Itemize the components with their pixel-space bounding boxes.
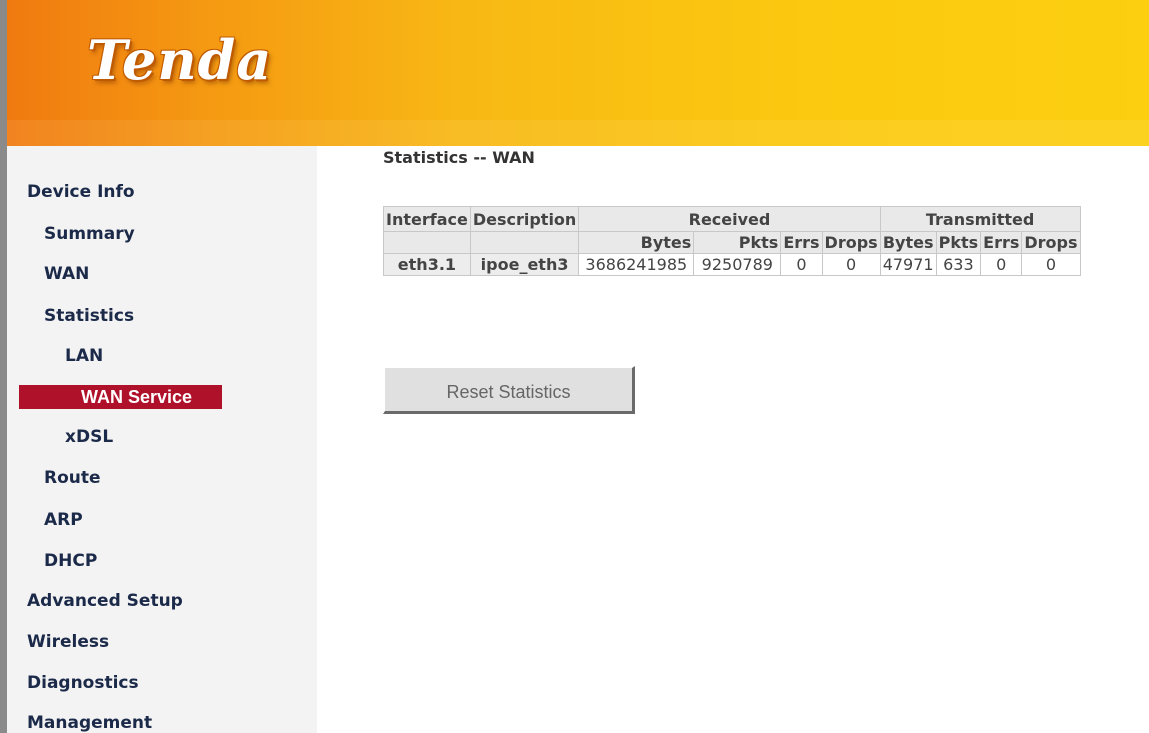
tenda-logo: Tenda bbox=[87, 28, 273, 92]
cell-rx-bytes: 3686241985 bbox=[578, 253, 695, 276]
subheader-blank bbox=[383, 231, 471, 254]
header-interface: Interface bbox=[383, 206, 471, 232]
cell-rx-pkts: 9250789 bbox=[693, 253, 782, 276]
header-description: Description bbox=[469, 206, 580, 232]
subheader-blank bbox=[469, 231, 580, 254]
header-band bbox=[7, 120, 1149, 146]
sidebar-item-wan-service-label: WAN Service bbox=[81, 387, 193, 407]
cell-tx-drops: 0 bbox=[1021, 253, 1081, 276]
header-transmitted: Transmitted bbox=[879, 206, 1081, 232]
subheader-tx-drops: Drops bbox=[1021, 231, 1081, 254]
subheader-rx-errs: Errs bbox=[780, 231, 823, 254]
subheader-rx-drops: Drops bbox=[821, 231, 881, 254]
cell-description: ipoe_eth3 bbox=[469, 253, 580, 276]
header-received: Received bbox=[578, 206, 881, 232]
table-subheader-row: Bytes Pkts Errs Drops Bytes Pkts Errs Dr… bbox=[383, 231, 1081, 254]
sidebar-item-summary[interactable]: Summary bbox=[44, 224, 135, 244]
cell-rx-drops: 0 bbox=[821, 253, 881, 276]
subheader-tx-errs: Errs bbox=[980, 231, 1023, 254]
sidebar-item-xdsl[interactable]: xDSL bbox=[65, 427, 113, 447]
table-row: eth3.1 ipoe_eth3 3686241985 9250789 0 0 … bbox=[383, 253, 1081, 276]
wan-statistics-table: Interface Description Received Transmitt… bbox=[383, 206, 1081, 276]
window-left-border bbox=[0, 0, 7, 733]
sidebar-item-device-info[interactable]: Device Info bbox=[27, 182, 135, 202]
sidebar-item-wan-service[interactable]: WAN Service bbox=[19, 385, 222, 409]
sidebar-item-advanced-setup[interactable]: Advanced Setup bbox=[27, 591, 183, 611]
subheader-tx-bytes: Bytes bbox=[879, 231, 937, 254]
header-banner: Tenda bbox=[7, 0, 1149, 146]
sidebar: Device Info Summary WAN Statistics LAN W… bbox=[7, 146, 317, 733]
sidebar-item-statistics[interactable]: Statistics bbox=[44, 306, 134, 326]
sidebar-item-management[interactable]: Management bbox=[27, 713, 152, 733]
sidebar-item-wireless[interactable]: Wireless bbox=[27, 632, 109, 652]
sidebar-item-lan[interactable]: LAN bbox=[65, 346, 103, 366]
subheader-rx-bytes: Bytes bbox=[578, 231, 695, 254]
table-header-row: Interface Description Received Transmitt… bbox=[383, 206, 1081, 232]
sidebar-item-wan[interactable]: WAN bbox=[44, 264, 89, 284]
cell-interface: eth3.1 bbox=[383, 253, 471, 276]
page-title: Statistics -- WAN bbox=[383, 148, 535, 167]
sidebar-item-arp[interactable]: ARP bbox=[44, 510, 83, 530]
cell-tx-errs: 0 bbox=[980, 253, 1023, 276]
subheader-tx-pkts: Pkts bbox=[935, 231, 982, 254]
cell-tx-bytes: 47971 bbox=[879, 253, 937, 276]
cell-rx-errs: 0 bbox=[780, 253, 823, 276]
sidebar-item-dhcp[interactable]: DHCP bbox=[44, 551, 97, 571]
main-content: Statistics -- WAN Interface Description … bbox=[317, 146, 1149, 733]
reset-statistics-button[interactable]: Reset Statistics bbox=[383, 366, 635, 414]
sidebar-item-diagnostics[interactable]: Diagnostics bbox=[27, 673, 139, 693]
subheader-rx-pkts: Pkts bbox=[693, 231, 782, 254]
cell-tx-pkts: 633 bbox=[935, 253, 982, 276]
sidebar-item-route[interactable]: Route bbox=[44, 468, 101, 488]
